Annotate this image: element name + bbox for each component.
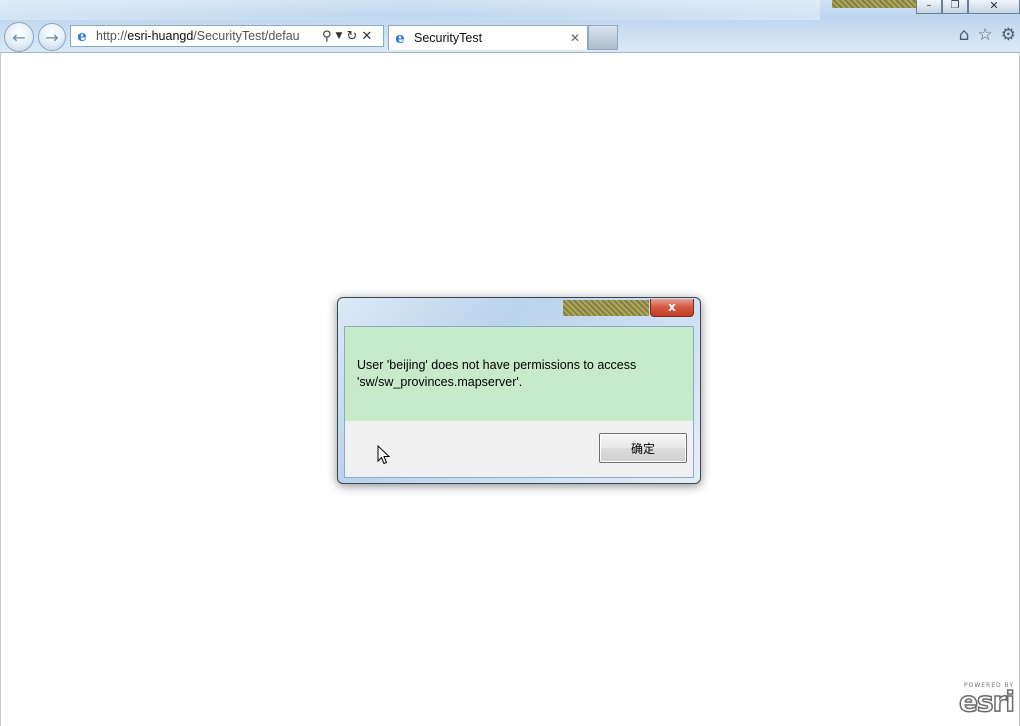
- close-icon: x: [668, 300, 676, 314]
- window-close-button[interactable]: ✕: [968, 0, 1020, 14]
- esri-wordmark: esri: [958, 685, 1016, 718]
- search-icon[interactable]: ⚲: [322, 29, 332, 44]
- redacted-area: [563, 300, 649, 316]
- back-button[interactable]: ←: [4, 22, 34, 52]
- browser-chrome: ← → e http://esri-huangd/SecurityTest/de…: [0, 0, 1020, 53]
- tab-close-icon[interactable]: ✕: [567, 31, 583, 45]
- forward-button[interactable]: →: [38, 23, 66, 51]
- minimize-button[interactable]: –: [916, 0, 942, 14]
- url-text[interactable]: http://esri-huangd/SecurityTest/defau: [96, 29, 318, 43]
- url-host: esri-huangd: [127, 29, 194, 43]
- ie-tab-icon: e: [395, 29, 405, 47]
- tab-securitytest[interactable]: e SecurityTest ✕: [388, 25, 588, 50]
- url-prefix: http://: [96, 29, 128, 43]
- esri-logo: POWERED BY esri: [952, 682, 1016, 718]
- title-bar-blur: [0, 0, 820, 20]
- forward-arrow-icon: →: [45, 27, 59, 47]
- back-arrow-icon: ←: [12, 27, 26, 47]
- redacted-area: [832, 0, 916, 8]
- tab-title: SecurityTest: [414, 31, 483, 45]
- ok-button[interactable]: 确定: [599, 433, 687, 463]
- message-area: User 'beijing' does not have permissions…: [345, 327, 693, 421]
- address-bar[interactable]: e http://esri-huangd/SecurityTest/defau …: [70, 25, 384, 47]
- ie-page-icon: e: [77, 27, 87, 45]
- window-controls: – ❐ ✕: [832, 0, 1020, 14]
- gear-icon[interactable]: ⚙: [1001, 25, 1016, 45]
- dropdown-icon[interactable]: ▼: [336, 31, 343, 41]
- dialog-close-button[interactable]: x: [650, 299, 694, 317]
- new-tab-button[interactable]: [588, 25, 618, 50]
- stop-icon[interactable]: ✕: [361, 29, 372, 44]
- command-icons: ⌂ ☆ ⚙: [959, 25, 1016, 45]
- dialog-message: User 'beijing' does not have permissions…: [357, 358, 637, 389]
- home-icon[interactable]: ⌂: [959, 25, 970, 45]
- url-path: /SecurityTest/defau: [193, 29, 300, 43]
- alert-dialog: x User 'beijing' does not have permissio…: [337, 297, 701, 484]
- star-icon[interactable]: ☆: [978, 25, 993, 45]
- restore-button[interactable]: ❐: [942, 0, 968, 14]
- refresh-icon[interactable]: ↻: [346, 29, 357, 44]
- mouse-cursor-icon: [377, 445, 391, 465]
- dialog-body: User 'beijing' does not have permissions…: [344, 326, 694, 478]
